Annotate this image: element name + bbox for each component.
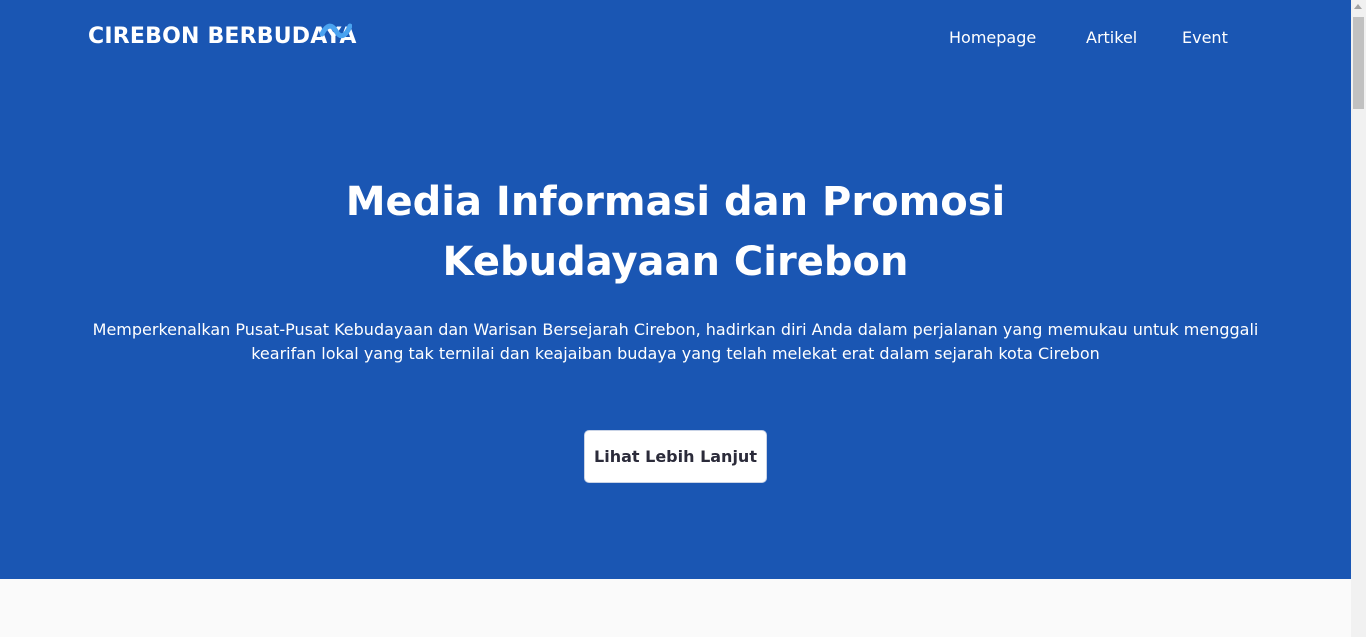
hero-title-line-1: Media Informasi dan Promosi xyxy=(345,179,1006,225)
nav-link-event[interactable]: Event xyxy=(1182,28,1228,47)
nav-link-artikel[interactable]: Artikel xyxy=(1086,28,1137,47)
hero-description-line-2: kearifan lokal yang tak ternilai dan kea… xyxy=(251,344,1100,363)
see-more-button[interactable]: Lihat Lebih Lanjut xyxy=(584,430,767,483)
hero-description: Memperkenalkan Pusat-Pusat Kebudayaan da… xyxy=(80,318,1271,366)
hero-section: CIREBON BERBUDAYA Homepage Artikel Event… xyxy=(0,0,1351,579)
scrollbar-thumb[interactable] xyxy=(1353,17,1364,109)
nav-links: Homepage Artikel Event xyxy=(0,28,1351,50)
scroll-up-arrow-icon[interactable] xyxy=(1354,4,1362,9)
hero-title-line-2: Kebudayaan Cirebon xyxy=(442,239,909,285)
vertical-scrollbar[interactable] xyxy=(1351,0,1366,637)
page: CIREBON BERBUDAYA Homepage Artikel Event… xyxy=(0,0,1351,637)
next-section xyxy=(0,579,1351,637)
navbar: CIREBON BERBUDAYA Homepage Artikel Event xyxy=(0,0,1351,78)
hero-description-line-1: Memperkenalkan Pusat-Pusat Kebudayaan da… xyxy=(92,320,1259,339)
hero-title: Media Informasi dan Promosi Kebudayaan C… xyxy=(0,172,1351,292)
nav-link-homepage[interactable]: Homepage xyxy=(949,28,1036,47)
